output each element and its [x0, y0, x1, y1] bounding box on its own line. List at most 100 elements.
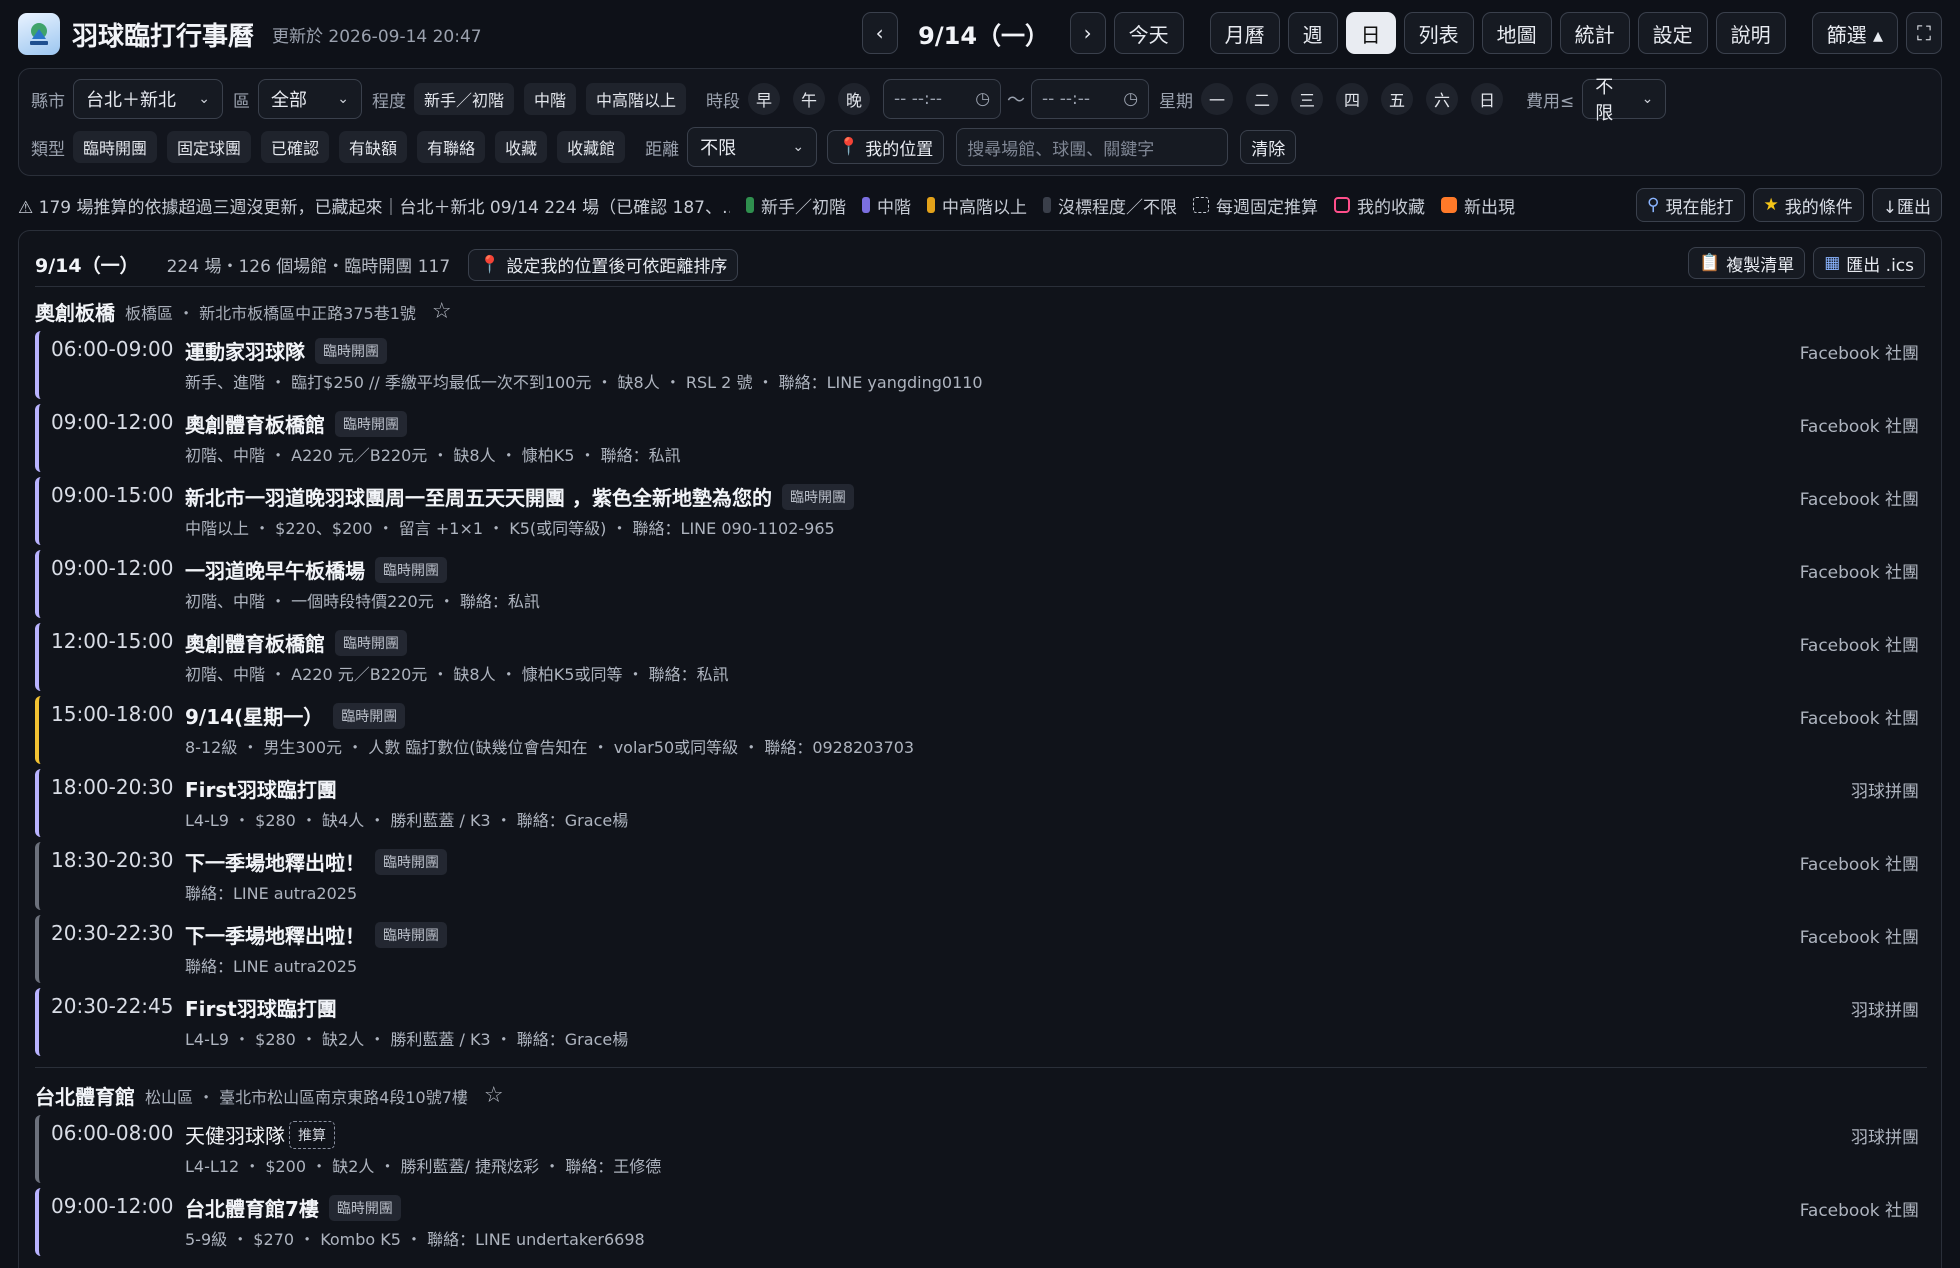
session-tag: 臨時開團 — [328, 1194, 401, 1221]
session-row[interactable]: 18:00-20:30 First羽球臨打團 L4-L9 ・ $280 ・ 缺4… — [35, 769, 1927, 837]
legend-item-advanced: 中高階以上 — [927, 193, 1027, 218]
county-select[interactable]: 台北＋新北 ⌄ — [73, 79, 223, 119]
session-source[interactable]: Facebook 社團 — [1800, 1196, 1919, 1221]
session-source[interactable]: Facebook 社團 — [1800, 923, 1919, 948]
clear-button[interactable]: 清除 — [1240, 130, 1297, 164]
copy-list-label: 複製清單 — [1726, 255, 1795, 276]
legend-item-weekly-estimate: 每週固定推算 — [1193, 193, 1318, 218]
legend-label: 中階 — [877, 197, 911, 218]
session-time: 20:30-22:45 — [51, 994, 174, 1018]
session-row[interactable]: 09:00-12:00 奧創體育板橋館 臨時開團 初階、中階 ・ A220 元／B… — [35, 404, 1927, 472]
today-button[interactable]: 今天 — [1113, 12, 1184, 54]
session-tag: 臨時開團 — [315, 337, 387, 364]
weekday-chip-sat[interactable]: 六 — [1426, 83, 1459, 115]
weekday-chip-wed[interactable]: 三 — [1291, 83, 1324, 115]
legend-swatch — [1193, 197, 1209, 213]
star-icon: ★ — [1763, 195, 1779, 215]
session-source[interactable]: 羽球拼團 — [1851, 996, 1919, 1021]
settings-button[interactable]: 設定 — [1637, 12, 1708, 54]
type-chip-fav-venues[interactable]: 收藏館 — [557, 131, 626, 163]
session-source[interactable]: Facebook 社團 — [1800, 339, 1919, 364]
session-row[interactable]: 20:30-22:30 下一季場地釋出啦！ 臨時開團 聯絡：LINE autra2… — [35, 915, 1927, 983]
session-time: 09:00-12:00 — [51, 1194, 174, 1218]
set-location-hint-button[interactable]: 📍 設定我的位置後可依距離排序 — [468, 248, 739, 281]
session-source[interactable]: Facebook 社團 — [1800, 850, 1919, 875]
type-chip-contact[interactable]: 有聯絡 — [417, 131, 486, 163]
favorite-star-icon[interactable]: ☆ — [432, 299, 452, 324]
view-stats-button[interactable]: 統計 — [1559, 12, 1630, 54]
view-map-button[interactable]: 地圖 — [1481, 12, 1552, 54]
session-source[interactable]: Facebook 社團 — [1800, 631, 1919, 656]
session-source[interactable]: Facebook 社團 — [1800, 485, 1919, 510]
search-input[interactable]: 搜尋場館、球團、關鍵字 — [956, 128, 1229, 166]
filter-row-2: 類型 臨時開團 固定球團 已確認 有缺額 有聯絡 收藏 收藏館 距離 不限 ⌄ 📍… — [31, 127, 1297, 167]
session-source[interactable]: 羽球拼團 — [1851, 777, 1919, 802]
level-chip-beginner[interactable]: 新手／初階 — [414, 83, 515, 115]
favorite-star-icon[interactable]: ☆ — [484, 1083, 504, 1108]
session-row[interactable]: 06:00-09:00 運動家羽球隊 臨時開團 新手、進階 ・ 臨打$250 //… — [35, 331, 1927, 399]
session-row[interactable]: 12:00-15:00 奧創體育板橋館 臨時開團 初階、中階 ・ A220 元／B… — [35, 623, 1927, 691]
session-title: 下一季場地釋出啦！ — [185, 924, 365, 948]
weekday-chip-mon[interactable]: 一 — [1201, 83, 1234, 115]
prev-day-button[interactable]: ‹ — [861, 12, 898, 54]
weekday-chip-fri[interactable]: 五 — [1381, 83, 1414, 115]
legend-label: 新出現 — [1464, 197, 1515, 218]
export-ics-label: 匯出 .ics — [1846, 255, 1914, 276]
view-month-button[interactable]: 月曆 — [1209, 12, 1280, 54]
export-ics-button[interactable]: ▦ 匯出 .ics — [1813, 247, 1925, 279]
session-source[interactable]: Facebook 社團 — [1800, 704, 1919, 729]
level-chip-advanced[interactable]: 中高階以上 — [586, 83, 687, 115]
session-row[interactable]: 15:00-18:00 9/14(星期一） 臨時開團 8-12級 ・ 男生300元… — [35, 696, 1927, 764]
fee-select[interactable]: 不限 ⌄ — [1582, 77, 1667, 124]
panel-summary: 224 場・126 個場館・臨時開團 117 — [166, 257, 451, 277]
legend-swatch — [1441, 197, 1457, 213]
session-tag: 推算 — [289, 1120, 335, 1149]
session-row[interactable]: 09:00-15:00 新北市一羽道晚羽球團周一至周五天天開團 ，紫色全新地墊為… — [35, 477, 1927, 545]
fee-label: 費用≤ — [1526, 91, 1575, 112]
filter-toggle-button[interactable]: 篩選 ▴ — [1811, 12, 1898, 54]
session-title: First羽球臨打團 — [185, 778, 337, 802]
type-chip-pickup[interactable]: 臨時開團 — [73, 131, 158, 163]
my-conditions-button[interactable]: ★ 我的條件 — [1752, 188, 1864, 222]
period-chip-noon[interactable]: 午 — [793, 83, 826, 115]
location-hint-label: 設定我的位置後可依距離排序 — [506, 257, 728, 277]
fullscreen-button[interactable]: ⛶ — [1906, 12, 1942, 54]
session-title: 天健羽球隊 — [185, 1124, 285, 1148]
type-chip-fixed[interactable]: 固定球團 — [167, 131, 252, 163]
session-row[interactable]: 20:30-22:45 First羽球臨打團 L4-L9 ・ $280 ・ 缺2… — [35, 988, 1927, 1056]
view-day-button[interactable]: 日 — [1345, 12, 1396, 54]
weekday-chip-thu[interactable]: 四 — [1336, 83, 1369, 115]
session-row[interactable]: 18:30-20:30 下一季場地釋出啦！ 臨時開團 聯絡：LINE autra2… — [35, 842, 1927, 910]
session-row[interactable]: 09:00-12:00 台北體育館7樓 臨時開團 5-9級 ・ $270 ・ Ko… — [35, 1188, 1927, 1256]
period-chip-evening[interactable]: 晚 — [838, 83, 871, 115]
session-source[interactable]: Facebook 社團 — [1800, 412, 1919, 437]
now-playable-button[interactable]: ⚲ 現在能打 — [1636, 188, 1745, 222]
period-chip-morning[interactable]: 早 — [748, 83, 781, 115]
legend-swatch — [1334, 197, 1350, 213]
my-location-button[interactable]: 📍 我的位置 — [827, 130, 945, 164]
export-button[interactable]: ↓匯出 — [1871, 188, 1942, 222]
weekday-chip-sun[interactable]: 日 — [1471, 83, 1504, 115]
time-to-input[interactable]: -- --:-- ◷ — [1031, 79, 1150, 119]
district-select[interactable]: 全部 ⌄ — [258, 79, 362, 119]
session-source[interactable]: 羽球拼團 — [1851, 1123, 1919, 1148]
time-from-input[interactable]: -- --:-- ◷ — [883, 79, 1002, 119]
help-button[interactable]: 說明 — [1715, 12, 1786, 54]
distance-select[interactable]: 不限 ⌄ — [687, 127, 818, 167]
session-source[interactable]: Facebook 社團 — [1800, 558, 1919, 583]
session-detail: 中階以上 ・ $220、$200 ・ 留言 +1×1 ・ K5(或同等級) ・ … — [185, 519, 835, 538]
session-row[interactable]: 06:00-08:00 天健羽球隊 推算 L4-L12 ・ $200 ・ 缺2人 … — [35, 1115, 1927, 1183]
type-chip-openings[interactable]: 有缺額 — [339, 131, 408, 163]
copy-list-button[interactable]: 📋 複製清單 — [1688, 247, 1806, 279]
session-title-row: 天健羽球隊 推算 — [185, 1120, 335, 1149]
session-time: 09:00-12:00 — [51, 556, 174, 580]
view-list-button[interactable]: 列表 — [1403, 12, 1474, 54]
panel-date: 9/14（一） — [35, 255, 139, 277]
session-row[interactable]: 09:00-12:00 一羽道晚早午板橋場 臨時開團 初階、中階 ・ 一個時段特價… — [35, 550, 1927, 618]
level-chip-intermediate[interactable]: 中階 — [524, 83, 577, 115]
weekday-chip-tue[interactable]: 二 — [1246, 83, 1279, 115]
type-chip-confirmed[interactable]: 已確認 — [261, 131, 330, 163]
next-day-button[interactable]: › — [1069, 12, 1106, 54]
view-week-button[interactable]: 週 — [1287, 12, 1338, 54]
type-chip-favorites[interactable]: 收藏 — [495, 131, 548, 163]
